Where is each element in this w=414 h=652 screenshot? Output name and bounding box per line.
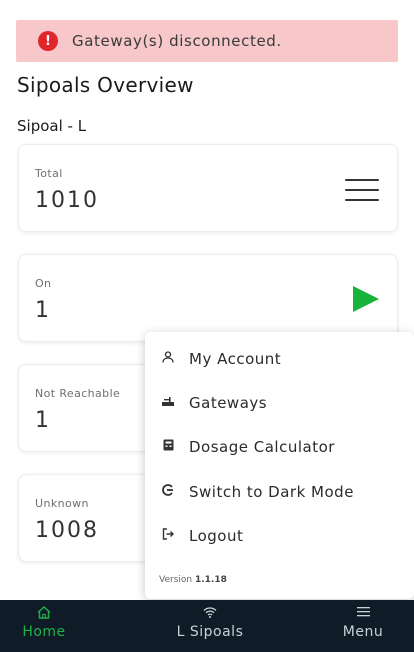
- gateway-icon: [159, 395, 177, 411]
- version-number: 1.1.18: [194, 575, 227, 585]
- menu-item-label: Dosage Calculator: [189, 438, 335, 456]
- play-icon[interactable]: [353, 286, 379, 312]
- card-label: Unknown: [35, 497, 89, 510]
- group-title: Sipoal - L: [17, 117, 87, 135]
- menu-item-label: Gateways: [189, 394, 268, 412]
- nav-home[interactable]: Home: [14, 606, 74, 640]
- menu-item-dosage-calculator[interactable]: Dosage Calculator: [159, 438, 335, 456]
- card-value: 1008: [35, 518, 99, 543]
- theme-icon: [159, 484, 177, 500]
- card-value: 1010: [35, 188, 99, 213]
- exclamation-icon: !: [38, 31, 58, 51]
- nav-label: Menu: [342, 624, 384, 640]
- disconnected-alert: ! Gateway(s) disconnected.: [16, 20, 398, 62]
- nav-menu[interactable]: Menu: [333, 606, 393, 640]
- menu-item-label: Switch to Dark Mode: [189, 483, 354, 501]
- menu-icon: [333, 606, 393, 620]
- user-icon: [159, 351, 177, 367]
- card-label: Total: [35, 167, 63, 180]
- version-info: Version 1.1.18: [159, 575, 227, 585]
- menu-item-gateways[interactable]: Gateways: [159, 394, 267, 412]
- calculator-icon: [159, 439, 177, 455]
- card-value: 1: [35, 408, 51, 433]
- card-label: On: [35, 277, 52, 290]
- nav-label: Home: [22, 624, 66, 640]
- menu-item-dark-mode[interactable]: Switch to Dark Mode: [159, 483, 354, 501]
- wifi-icon: [165, 606, 255, 620]
- menu-item-logout[interactable]: Logout: [159, 527, 243, 545]
- nav-sipoals[interactable]: L Sipoals: [165, 606, 255, 640]
- home-icon: [14, 606, 74, 620]
- card-total[interactable]: Total 1010: [18, 144, 398, 232]
- card-label: Not Reachable: [35, 387, 121, 400]
- account-menu: My Account Gateways Dosage Calculator Sw…: [145, 332, 414, 599]
- menu-item-label: Logout: [189, 527, 244, 545]
- logout-icon: [159, 528, 177, 544]
- version-label: Version: [159, 575, 193, 585]
- card-value: 1: [35, 298, 51, 323]
- menu-item-label: My Account: [189, 350, 282, 368]
- page-title: Sipoals Overview: [17, 73, 194, 97]
- bottom-nav: Home L Sipoals Menu: [0, 600, 414, 652]
- nav-label: L Sipoals: [176, 624, 244, 640]
- alert-text: Gateway(s) disconnected.: [72, 32, 282, 50]
- hamburger-icon[interactable]: [345, 179, 379, 209]
- card-on[interactable]: On 1: [18, 254, 398, 342]
- menu-item-my-account[interactable]: My Account: [159, 350, 281, 368]
